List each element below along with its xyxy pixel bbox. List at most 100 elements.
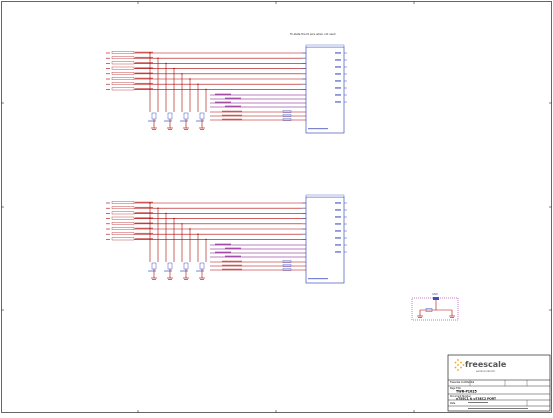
- board-name: TWR-P1025: [456, 390, 477, 394]
- ctrl-label: [222, 114, 242, 117]
- pin-label-mark: [335, 66, 341, 68]
- ctrl-label: [222, 260, 242, 263]
- junction-dot: [173, 217, 175, 220]
- pin-label-mark: [335, 209, 341, 211]
- pin-label-mark: [335, 216, 341, 218]
- gnd-connector: [433, 297, 439, 300]
- junction-dot: [157, 57, 159, 59]
- pin-label-mark: [335, 223, 341, 225]
- junction-dot: [165, 212, 167, 215]
- net-label-box: [111, 206, 135, 209]
- bus-label: [225, 247, 241, 250]
- net-label-box: [111, 216, 135, 220]
- port-group-2: [106, 194, 347, 284]
- net-label-box: [111, 82, 135, 85]
- bus-label: [215, 251, 231, 254]
- net-label-box: [111, 232, 135, 235]
- gnd-circuit-box: [411, 297, 459, 321]
- bus-label: [215, 93, 231, 96]
- junction-dot: [189, 228, 191, 230]
- junction-dot: [157, 207, 159, 209]
- phy-chip-header: [305, 44, 345, 48]
- termination-resistor: [167, 112, 173, 120]
- tb-row-confidential: Freescale Confidential: [450, 381, 475, 384]
- pin-label-mark: [335, 237, 341, 239]
- termination-resistor: [199, 112, 205, 120]
- net-label-box: [111, 56, 135, 59]
- pin-label-mark: [335, 94, 341, 96]
- junction-dot: [173, 67, 175, 70]
- ctrl-label: [222, 118, 242, 121]
- resistor-value-mark: [148, 270, 156, 272]
- port-group-1: [106, 44, 347, 134]
- bus-label: [225, 97, 241, 100]
- resistor-value-mark: [148, 120, 156, 122]
- bus-label: [225, 255, 241, 258]
- termination-resistor: [167, 262, 173, 270]
- junction-dot: [205, 88, 207, 91]
- chip-part-label: [308, 278, 328, 280]
- phy-chip-header: [305, 194, 345, 198]
- junction-dot: [149, 202, 151, 204]
- net-label-box: [111, 237, 135, 241]
- gnd-circuit: GND: [411, 292, 459, 321]
- ctrl-label: [222, 264, 242, 267]
- junction-dot: [205, 238, 207, 241]
- junction-dot: [181, 223, 183, 225]
- schematic-canvas: Tri-state the IO pins when not used GND: [1, 1, 552, 413]
- termination-resistor: [183, 262, 189, 270]
- termination-resistor: [199, 262, 205, 270]
- schematic-sheet: Tri-state the IO pins when not used GND: [0, 0, 553, 414]
- tb-date-value: [468, 402, 488, 403]
- net-label-box: [111, 87, 135, 91]
- termination-resistor: [151, 262, 157, 270]
- logo-tagline: semiconductor: [476, 369, 496, 373]
- junction-dot: [181, 73, 183, 75]
- gnd-label: GND: [432, 292, 438, 296]
- net-label-box: [111, 66, 135, 70]
- pin-label-mark: [335, 80, 341, 82]
- net-label-box: [111, 51, 135, 54]
- title-block: freescale semiconductor Freescale Confid…: [447, 354, 551, 412]
- resistor-value-mark: [164, 270, 172, 272]
- net-label-box: [111, 222, 135, 225]
- pin-label-mark: [335, 244, 341, 246]
- net-label-box: [111, 61, 135, 65]
- ctrl-label: [222, 268, 242, 271]
- junction-dot: [189, 78, 191, 80]
- pin-label-mark: [335, 202, 341, 204]
- tb-footer-value: [468, 408, 528, 409]
- net-label-box: [111, 77, 135, 80]
- pin-label-mark: [335, 73, 341, 75]
- pin-label-mark: [335, 251, 341, 253]
- chip-part-label: [308, 128, 328, 130]
- junction-dot: [149, 52, 151, 54]
- pin-label-mark: [335, 52, 341, 54]
- net-label-box: [111, 227, 135, 230]
- pin-label-mark: [335, 87, 341, 89]
- ctrl-label: [222, 110, 242, 113]
- resistor-value-mark: [196, 270, 204, 272]
- header-note: Tri-state the IO pins when not used: [290, 32, 336, 36]
- net-label-box: [111, 201, 135, 204]
- pin-label-mark: [335, 230, 341, 232]
- junction-dot: [197, 83, 199, 85]
- termination-resistor: [183, 112, 189, 120]
- pin-label-mark: [335, 101, 341, 103]
- tb-row-date: Date: [450, 402, 456, 405]
- net-label-box: [111, 72, 135, 75]
- resistor-value-mark: [180, 270, 188, 272]
- resistor-value-mark: [196, 120, 204, 122]
- resistor-value-mark: [180, 120, 188, 122]
- pin-label-mark: [335, 59, 341, 61]
- termination-resistor: [151, 112, 157, 120]
- junction-dot: [165, 62, 167, 65]
- junction-dot: [197, 233, 199, 235]
- sheet-title: uTSEC1 & uTSEC2 PORT: [456, 397, 497, 401]
- logo-wordmark: freescale: [465, 360, 507, 369]
- net-label-box: [111, 211, 135, 215]
- bus-label: [215, 101, 231, 104]
- bus-label: [225, 105, 241, 108]
- bus-label: [215, 243, 231, 246]
- resistor-value-mark: [164, 120, 172, 122]
